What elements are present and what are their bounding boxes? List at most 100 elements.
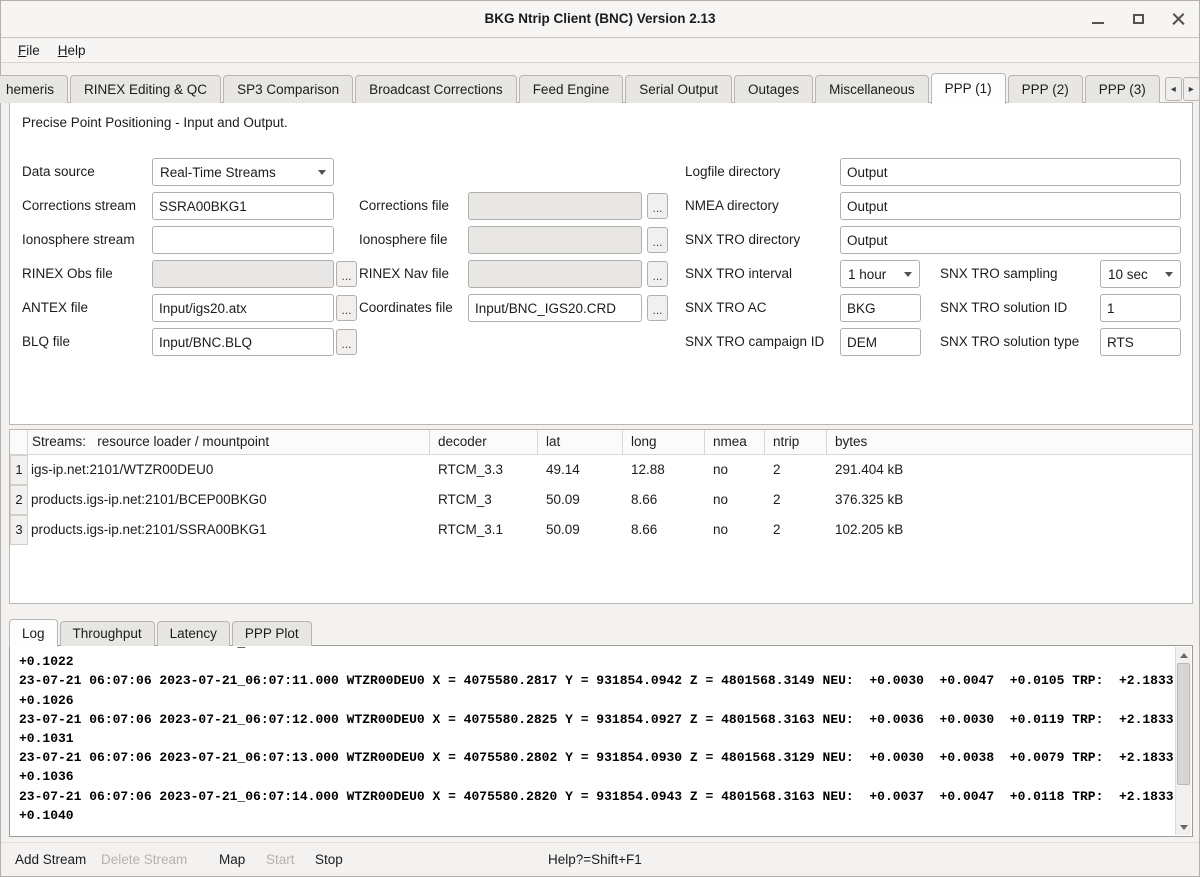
stream-row-2[interactable]: 2 products.igs-ip.net:2101/BCEP00BKG0 RT…	[10, 485, 1192, 515]
ppp-panel: Precise Point Positioning - Input and Ou…	[9, 102, 1193, 425]
tab-ppp-1[interactable]: PPP (1)	[931, 73, 1006, 104]
tab-scrollers: ◂ ▸	[1164, 77, 1200, 103]
snx-tro-solution-type-input[interactable]	[1100, 328, 1181, 356]
tab-outages[interactable]: Outages	[734, 75, 813, 103]
blq-file-label: BLQ file	[22, 328, 70, 356]
nmea-directory-label: NMEA directory	[685, 192, 779, 220]
tab-throughput[interactable]: Throughput	[60, 621, 155, 646]
scroll-down-button[interactable]	[1177, 820, 1191, 834]
chevron-down-icon	[904, 272, 912, 277]
snx-tro-directory-input[interactable]	[840, 226, 1181, 254]
stop-button[interactable]: Stop	[315, 851, 343, 869]
tab-ephemeris[interactable]: hemeris	[0, 75, 68, 103]
header-long: long	[623, 430, 705, 454]
blq-browse-button[interactable]: ...	[336, 329, 357, 355]
chevron-down-icon	[1165, 272, 1173, 277]
scroll-up-button[interactable]	[1177, 648, 1191, 662]
logfile-directory-input[interactable]	[840, 158, 1181, 186]
corrections-stream-input[interactable]	[152, 192, 334, 220]
cell-bytes: 376.325 kB	[827, 485, 1192, 515]
data-source-combobox[interactable]: Real-Time Streams	[152, 158, 334, 186]
tab-scroll-right-button[interactable]: ▸	[1183, 77, 1200, 101]
window-title: BKG Ntrip Client (BNC) Version 2.13	[1, 1, 1199, 37]
tab-latency[interactable]: Latency	[157, 621, 230, 646]
corrections-file-label: Corrections file	[359, 192, 449, 220]
coordinates-file-label: Coordinates file	[359, 294, 453, 322]
cell-decoder: RTCM_3.1	[430, 515, 538, 545]
snx-tro-interval-label: SNX TRO interval	[685, 260, 792, 288]
blq-file-input[interactable]	[152, 328, 334, 356]
coordinates-file-input[interactable]	[468, 294, 642, 322]
tab-ppp-2[interactable]: PPP (2)	[1008, 75, 1083, 103]
log-line: 23-07-21 06:07:06 2023-07-21_06:07:13.00…	[19, 748, 1174, 767]
coordinates-browse-button[interactable]: ...	[647, 295, 668, 321]
rinex-nav-browse-button[interactable]: ...	[647, 261, 668, 287]
log-scrollbar[interactable]	[1175, 647, 1191, 835]
tab-serial-output[interactable]: Serial Output	[625, 75, 732, 103]
main-tab-bar: hemeris RINEX Editing & QC SP3 Compariso…	[1, 63, 1199, 103]
tab-rinex-editing-qc[interactable]: RINEX Editing & QC	[70, 75, 221, 103]
stream-row-3[interactable]: 3 products.igs-ip.net:2101/SSRA00BKG1 RT…	[10, 515, 1192, 545]
help-hint: Help?=Shift+F1	[548, 851, 642, 869]
antex-browse-button[interactable]: ...	[336, 295, 357, 321]
snx-tro-solution-id-input[interactable]	[1100, 294, 1181, 322]
ionosphere-file-browse-button[interactable]: ...	[647, 227, 668, 253]
snx-tro-sampling-combobox[interactable]: 10 sec	[1100, 260, 1181, 288]
snx-tro-ac-input[interactable]	[840, 294, 921, 322]
tab-ppp-plot[interactable]: PPP Plot	[232, 621, 312, 646]
start-button: Start	[266, 851, 295, 869]
snx-tro-campaign-id-input[interactable]	[840, 328, 921, 356]
log-line: 23-07-21 06:07:06 2023-07-21_06:07:11.00…	[19, 671, 1174, 690]
log-line: +0.1031	[19, 729, 1174, 748]
tab-sp3-comparison[interactable]: SP3 Comparison	[223, 75, 353, 103]
antex-file-input[interactable]	[152, 294, 334, 322]
cell-long: 8.66	[623, 515, 705, 545]
header-decoder: decoder	[430, 430, 538, 454]
ionosphere-stream-input[interactable]	[152, 226, 334, 254]
corrections-file-browse-button[interactable]: ...	[647, 193, 668, 219]
header-nmea: nmea	[705, 430, 765, 454]
scrollbar-thumb[interactable]	[1177, 663, 1190, 785]
cell-mountpoint: igs-ip.net:2101/WTZR00DEU0	[28, 455, 430, 485]
tab-scroll-left-button[interactable]: ◂	[1165, 77, 1182, 101]
ionosphere-file-input	[468, 226, 642, 254]
minimize-button[interactable]	[1085, 6, 1111, 32]
header-row-number	[10, 430, 28, 454]
log-line: +0.1040	[19, 806, 1174, 825]
menu-file[interactable]: File	[9, 39, 49, 63]
log-output[interactable]: 23-07-21 06:07:06 2023-07-21_06:07:10.00…	[9, 645, 1193, 837]
cell-lat: 49.14	[538, 455, 623, 485]
menu-help[interactable]: Help	[49, 39, 95, 63]
cell-long: 12.88	[623, 455, 705, 485]
cell-mountpoint: products.igs-ip.net:2101/SSRA00BKG1	[28, 515, 430, 545]
rinex-obs-browse-button[interactable]: ...	[336, 261, 357, 287]
log-line: 23-07-21 06:07:06 2023-07-21_06:07:14.00…	[19, 787, 1174, 806]
cell-bytes: 102.205 kB	[827, 515, 1192, 545]
tab-feed-engine[interactable]: Feed Engine	[519, 75, 624, 103]
snx-tro-interval-combobox[interactable]: 1 hour	[840, 260, 920, 288]
delete-stream-button: Delete Stream	[101, 851, 187, 869]
cell-ntrip: 2	[765, 515, 827, 545]
cell-mountpoint: products.igs-ip.net:2101/BCEP00BKG0	[28, 485, 430, 515]
maximize-button[interactable]	[1125, 6, 1151, 32]
tab-miscellaneous[interactable]: Miscellaneous	[815, 75, 929, 103]
snx-tro-solution-id-label: SNX TRO solution ID	[940, 294, 1067, 322]
row-number: 1	[10, 455, 28, 485]
add-stream-button[interactable]: Add Stream	[15, 851, 86, 869]
nmea-directory-input[interactable]	[840, 192, 1181, 220]
stream-row-1[interactable]: 1 igs-ip.net:2101/WTZR00DEU0 RTCM_3.3 49…	[10, 455, 1192, 485]
window-controls	[1085, 1, 1191, 37]
tab-ppp-3[interactable]: PPP (3)	[1085, 75, 1160, 103]
tab-broadcast-corrections[interactable]: Broadcast Corrections	[355, 75, 517, 103]
cell-decoder: RTCM_3.3	[430, 455, 538, 485]
cell-bytes: 291.404 kB	[827, 455, 1192, 485]
log-line: 23-07-21 06:07:06 2023-07-21_06:07:12.00…	[19, 710, 1174, 729]
arrow-down-icon	[1180, 825, 1188, 830]
log-line: 23-07-21 06:07:06 2023-07-21_06:07:10.00…	[19, 645, 1174, 652]
rinex-obs-file-input	[152, 260, 334, 288]
close-button[interactable]	[1165, 6, 1191, 32]
cell-long: 8.66	[623, 485, 705, 515]
map-button[interactable]: Map	[219, 851, 245, 869]
tab-log[interactable]: Log	[9, 619, 58, 647]
cell-lat: 50.09	[538, 485, 623, 515]
